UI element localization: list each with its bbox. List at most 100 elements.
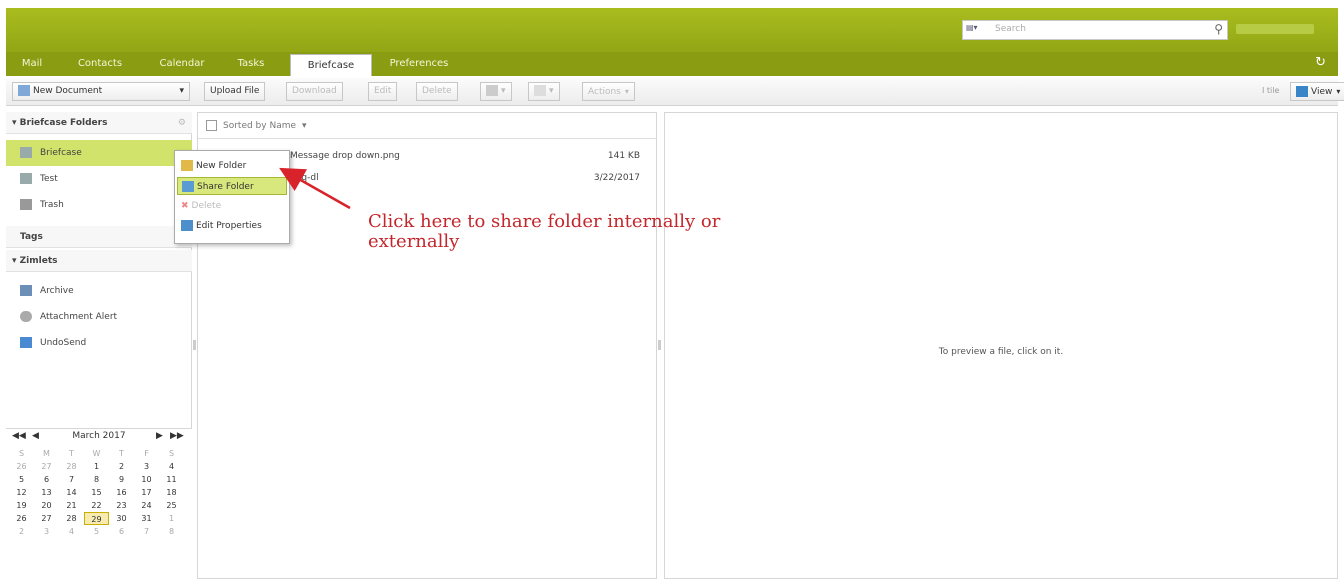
briefcase-icon xyxy=(20,147,32,158)
next-month-icon[interactable]: ▶ xyxy=(156,431,163,441)
calendar-day[interactable]: 4 xyxy=(59,525,84,538)
calendar-day[interactable]: 28 xyxy=(59,460,84,473)
calendar-day[interactable]: 6 xyxy=(109,525,134,538)
calendar-day[interactable]: 3 xyxy=(34,525,59,538)
calendar-day[interactable]: 26 xyxy=(9,460,34,473)
calendar-day[interactable]: 5 xyxy=(84,525,109,538)
print-icon xyxy=(486,85,498,96)
calendar-day[interactable]: 15 xyxy=(84,486,109,499)
calendar-day[interactable]: 6 xyxy=(34,473,59,486)
sort-icon[interactable]: ▾ xyxy=(302,121,307,131)
delete-button[interactable]: Delete xyxy=(416,82,458,101)
tab-mail[interactable]: Mail xyxy=(12,52,52,76)
trash-icon xyxy=(20,199,32,210)
calendar-day[interactable]: 16 xyxy=(109,486,134,499)
calendar-day[interactable]: 31 xyxy=(134,512,159,525)
calendar-day[interactable]: 26 xyxy=(9,512,34,525)
tab-tasks[interactable]: Tasks xyxy=(232,52,270,76)
middle-splitter[interactable] xyxy=(658,340,661,350)
print-button[interactable]: ▾ xyxy=(480,82,512,101)
calendar-day[interactable]: 3 xyxy=(134,460,159,473)
calendar-day[interactable]: 27 xyxy=(34,460,59,473)
new-document-button[interactable]: New Document ▾ xyxy=(12,82,190,101)
tab-preferences[interactable]: Preferences xyxy=(380,52,458,76)
user-name[interactable] xyxy=(1236,24,1314,34)
calendar-grid: S M T W T F S 26 27 28 1 2 3 4 5 6 7 8 9… xyxy=(9,447,187,538)
app-tabs: Mail Contacts Calendar Tasks Briefcase P… xyxy=(6,52,1338,76)
calendar-day[interactable]: 12 xyxy=(9,486,34,499)
calendar-day[interactable]: 10 xyxy=(134,473,159,486)
calendar-week: 19 20 21 22 23 24 25 xyxy=(9,499,187,512)
zimlet-undosend[interactable]: UndoSend xyxy=(6,330,192,356)
select-all-checkbox[interactable] xyxy=(206,120,217,131)
calendar-day[interactable]: 14 xyxy=(59,486,84,499)
calendar-day[interactable]: 2 xyxy=(9,525,34,538)
search-input[interactable]: Search xyxy=(995,24,1026,34)
calendar-day[interactable]: 1 xyxy=(159,512,184,525)
sidebar-item-briefcase[interactable]: Briefcase xyxy=(6,140,192,166)
briefcase-icon xyxy=(20,173,32,184)
calendar-day[interactable]: 11 xyxy=(159,473,184,486)
archive-icon xyxy=(20,285,32,296)
tab-briefcase[interactable]: Briefcase xyxy=(290,54,372,76)
calendar-day[interactable]: 30 xyxy=(109,512,134,525)
zimlet-attachment-alert[interactable]: Attachment Alert xyxy=(6,304,192,330)
calendar-day[interactable]: 18 xyxy=(159,486,184,499)
chevron-down-icon: ▾ xyxy=(549,86,554,96)
calendar-day[interactable]: 8 xyxy=(84,473,109,486)
calendar-day[interactable]: 7 xyxy=(59,473,84,486)
zimlets-header[interactable]: ▾ Zimlets xyxy=(6,250,192,272)
actions-button[interactable]: Actions ▾ xyxy=(582,82,635,101)
calendar-day[interactable]: 20 xyxy=(34,499,59,512)
tag-icon xyxy=(534,85,546,96)
calendar-day[interactable]: 13 xyxy=(34,486,59,499)
calendar-day[interactable]: 28 xyxy=(59,512,84,525)
search-box[interactable]: ▤▾ Search ⚲ xyxy=(962,20,1228,40)
toolbar: New Document ▾ Upload File Download Edit … xyxy=(6,78,1344,106)
calendar-day[interactable]: 1 xyxy=(84,460,109,473)
folder-icon xyxy=(181,160,193,171)
view-button[interactable]: View ▾ xyxy=(1290,82,1344,101)
chevron-down-icon: ▾ xyxy=(1336,87,1341,96)
calendar-day[interactable]: 24 xyxy=(134,499,159,512)
next-year-icon[interactable]: ▶▶ xyxy=(170,431,184,441)
view-icon xyxy=(1296,86,1308,97)
calendar-day[interactable]: 21 xyxy=(59,499,84,512)
calendar-day[interactable]: 5 xyxy=(9,473,34,486)
chevron-down-icon[interactable]: ▾ xyxy=(179,83,184,100)
zimlet-archive[interactable]: Archive xyxy=(6,278,192,304)
calendar-day[interactable]: 2 xyxy=(109,460,134,473)
tab-contacts[interactable]: Contacts xyxy=(70,52,130,76)
annotation-arrow xyxy=(279,167,351,210)
calendar-day[interactable]: 25 xyxy=(159,499,184,512)
calendar-day[interactable]: 19 xyxy=(9,499,34,512)
refresh-icon[interactable]: ↻ xyxy=(1315,55,1326,70)
search-icon[interactable]: ⚲ xyxy=(1214,22,1223,36)
tag-button[interactable]: ▾ xyxy=(528,82,560,101)
sidebar-item-trash[interactable]: Trash xyxy=(6,192,192,218)
left-splitter[interactable] xyxy=(193,340,196,350)
weekday: S xyxy=(18,449,25,458)
calendar-day[interactable]: 4 xyxy=(159,460,184,473)
annotation-text: Click here to share folder internally or… xyxy=(368,211,721,252)
download-button[interactable]: Download xyxy=(286,82,343,101)
calendar-day[interactable]: 17 xyxy=(134,486,159,499)
edit-button[interactable]: Edit xyxy=(368,82,398,101)
briefcase-icon[interactable]: ▤▾ xyxy=(966,23,992,37)
briefcase-folders-header[interactable]: ▾ Briefcase Folders ⚙ xyxy=(6,112,192,134)
calendar-day[interactable]: 9 xyxy=(109,473,134,486)
upload-file-button[interactable]: Upload File xyxy=(204,82,266,101)
calendar-day[interactable]: 8 xyxy=(159,525,184,538)
calendar-day-today[interactable]: 29 xyxy=(84,512,109,525)
sort-header[interactable]: Sorted by Name ▾ xyxy=(198,113,656,139)
calendar-day[interactable]: 22 xyxy=(84,499,109,512)
tile-toggle[interactable]: I tile xyxy=(1262,86,1279,95)
gear-icon[interactable]: ⚙ xyxy=(178,112,186,134)
paperclip-icon xyxy=(20,311,32,322)
tab-calendar[interactable]: Calendar xyxy=(154,52,210,76)
sidebar-item-test[interactable]: Test xyxy=(6,166,192,192)
calendar-day[interactable]: 23 xyxy=(109,499,134,512)
tags-header[interactable]: Tags xyxy=(6,226,192,248)
calendar-day[interactable]: 27 xyxy=(34,512,59,525)
calendar-day[interactable]: 7 xyxy=(134,525,159,538)
